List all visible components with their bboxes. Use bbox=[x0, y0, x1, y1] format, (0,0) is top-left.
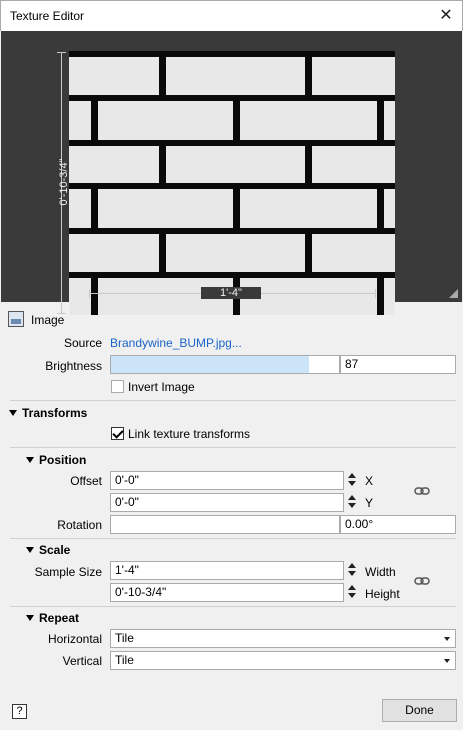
image-icon bbox=[8, 311, 24, 327]
sample-width-spinner[interactable] bbox=[345, 561, 359, 580]
scale-section-header[interactable]: Scale bbox=[26, 543, 70, 557]
collapse-triangle-icon bbox=[9, 410, 17, 416]
brightness-slider-fill bbox=[111, 356, 310, 373]
sample-size-label: Sample Size bbox=[34, 565, 102, 579]
offset-y-label: Y bbox=[365, 496, 374, 510]
link-texture-transforms-checkbox[interactable] bbox=[111, 427, 124, 440]
offset-label: Offset bbox=[70, 474, 102, 488]
horizontal-repeat-select[interactable]: Tile bbox=[110, 629, 456, 648]
close-icon[interactable]: ✕ bbox=[430, 1, 462, 32]
offset-x-input[interactable]: 0'-0" bbox=[110, 471, 344, 490]
offset-x-spinner[interactable] bbox=[345, 471, 359, 490]
offset-x-label: X bbox=[365, 474, 374, 488]
collapse-triangle-icon bbox=[26, 547, 34, 553]
done-button[interactable]: Done bbox=[382, 699, 457, 722]
resize-grip-icon[interactable] bbox=[449, 289, 458, 298]
offset-y-input[interactable]: 0'-0" bbox=[110, 493, 344, 512]
help-icon[interactable]: ? bbox=[12, 704, 27, 719]
link-chain-icon[interactable] bbox=[414, 486, 430, 496]
sample-height-spinner[interactable] bbox=[345, 583, 359, 602]
sample-width-label: Width bbox=[365, 565, 396, 579]
invert-image-label: Invert Image bbox=[128, 380, 195, 394]
rotation-input[interactable]: 0.00° bbox=[340, 515, 456, 534]
rotation-label: Rotation bbox=[57, 518, 102, 532]
sample-width-input[interactable]: 1'-4" bbox=[110, 561, 344, 580]
repeat-section-header[interactable]: Repeat bbox=[26, 611, 79, 625]
height-dimension-label: 0'-10-3/4" bbox=[58, 158, 70, 206]
texture-image bbox=[69, 51, 395, 315]
vertical-label: Vertical bbox=[62, 654, 102, 668]
link-texture-transforms-label: Link texture transforms bbox=[128, 427, 251, 441]
brightness-input[interactable]: 87 bbox=[340, 355, 456, 374]
collapse-triangle-icon bbox=[26, 457, 34, 463]
invert-image-checkbox[interactable] bbox=[111, 380, 124, 393]
sample-height-label: Height bbox=[365, 587, 400, 601]
position-section-header[interactable]: Position bbox=[26, 453, 86, 467]
collapse-triangle-icon bbox=[26, 615, 34, 621]
source-label: Source bbox=[63, 336, 102, 350]
offset-y-spinner[interactable] bbox=[345, 493, 359, 512]
chevron-down-icon bbox=[444, 637, 450, 641]
sample-height-input[interactable]: 0'-10-3/4" bbox=[110, 583, 344, 602]
transforms-section-header[interactable]: Transforms bbox=[9, 406, 87, 420]
brightness-slider[interactable] bbox=[110, 355, 340, 374]
source-link[interactable]: Brandywine_BUMP.jpg... bbox=[110, 336, 242, 350]
link-chain-icon[interactable] bbox=[414, 576, 430, 586]
horizontal-label: Horizontal bbox=[47, 632, 102, 646]
width-dimension-label: 1'-4" bbox=[201, 287, 261, 299]
brightness-label: Brightness bbox=[45, 359, 102, 373]
rotation-slider[interactable] bbox=[110, 515, 340, 534]
texture-preview: 0'-10-3/4" 1'-4" bbox=[1, 31, 462, 315]
image-section-header: Image bbox=[31, 313, 65, 327]
title-bar: Texture Editor ✕ bbox=[0, 0, 463, 31]
window-title: Texture Editor bbox=[10, 9, 85, 23]
vertical-repeat-select[interactable]: Tile bbox=[110, 651, 456, 670]
chevron-down-icon bbox=[444, 659, 450, 663]
